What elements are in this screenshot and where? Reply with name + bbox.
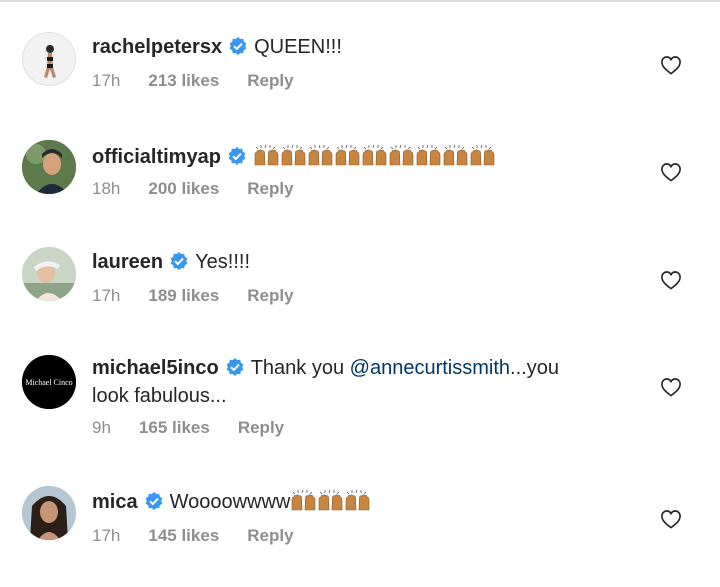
- comment-text: Thank you: [250, 357, 350, 379]
- avatar[interactable]: [22, 32, 76, 86]
- raising-hands-emoji: [335, 144, 360, 166]
- reply-button[interactable]: Reply: [247, 286, 293, 306]
- avatar-logo-text: Michael Cinco: [25, 378, 72, 387]
- raising-hands-emoji: [346, 489, 370, 511]
- raising-hands-emoji: [253, 143, 496, 174]
- heart-outline-icon[interactable]: [660, 270, 682, 290]
- comment-text: Yes!!!!: [195, 251, 251, 273]
- comment-likes-count[interactable]: 165 likes: [139, 418, 210, 438]
- comment-username[interactable]: michael5inco: [92, 357, 219, 379]
- comment-likes-count[interactable]: 200 likes: [148, 179, 219, 199]
- comment-text: QUEEN!!!: [254, 36, 342, 58]
- verified-badge-icon: [169, 251, 189, 278]
- raising-hands-emoji: [319, 489, 343, 511]
- raising-hands-emoji: [362, 144, 387, 166]
- comment-likes-count[interactable]: 213 likes: [148, 71, 219, 91]
- avatar[interactable]: [22, 486, 76, 540]
- avatar[interactable]: [22, 247, 76, 301]
- raising-hands-emoji: [292, 489, 316, 511]
- heart-outline-icon[interactable]: [660, 377, 682, 397]
- comment-timestamp: 17h: [92, 526, 121, 545]
- heart-outline-icon[interactable]: [660, 55, 682, 75]
- comment-username[interactable]: rachelpetersx: [92, 36, 222, 58]
- comment-timestamp: 18h: [92, 179, 121, 198]
- heart-outline-icon[interactable]: [660, 162, 682, 182]
- comment-text: Woooowwww: [169, 491, 291, 513]
- raising-hands-emoji: [389, 144, 414, 166]
- raising-hands-emoji: [416, 144, 441, 166]
- raising-hands-emoji: [290, 488, 371, 519]
- reply-button[interactable]: Reply: [247, 71, 293, 91]
- verified-badge-icon: [225, 357, 245, 384]
- reply-button[interactable]: Reply: [247, 526, 293, 546]
- raising-hands-emoji: [254, 144, 279, 166]
- raising-hands-emoji: [470, 144, 495, 166]
- verified-badge-icon: [144, 491, 164, 518]
- reply-button[interactable]: Reply: [238, 418, 284, 438]
- raising-hands-emoji: [281, 144, 306, 166]
- top-divider: [0, 0, 720, 2]
- raising-hands-emoji: [443, 144, 468, 166]
- heart-outline-icon[interactable]: [660, 509, 682, 529]
- comment-likes-count[interactable]: 145 likes: [148, 526, 219, 546]
- comment-text-continued: look fabulous...: [92, 385, 227, 407]
- comment-timestamp: 17h: [92, 71, 121, 90]
- verified-badge-icon: [228, 36, 248, 63]
- comment-username[interactable]: officialtimyap: [92, 146, 221, 168]
- reply-button[interactable]: Reply: [247, 179, 293, 199]
- comment-timestamp: 9h: [92, 418, 111, 437]
- raising-hands-emoji: [308, 144, 333, 166]
- comment-text: ...you: [510, 357, 559, 379]
- comment-username[interactable]: mica: [92, 491, 138, 513]
- comment-timestamp: 17h: [92, 286, 121, 305]
- comment-likes-count[interactable]: 189 likes: [148, 286, 219, 306]
- avatar[interactable]: Michael Cinco: [22, 355, 76, 409]
- mention-link[interactable]: @annecurtissmith: [350, 357, 510, 379]
- verified-badge-icon: [227, 146, 247, 173]
- comment-username[interactable]: laureen: [92, 251, 163, 273]
- avatar[interactable]: [22, 140, 76, 194]
